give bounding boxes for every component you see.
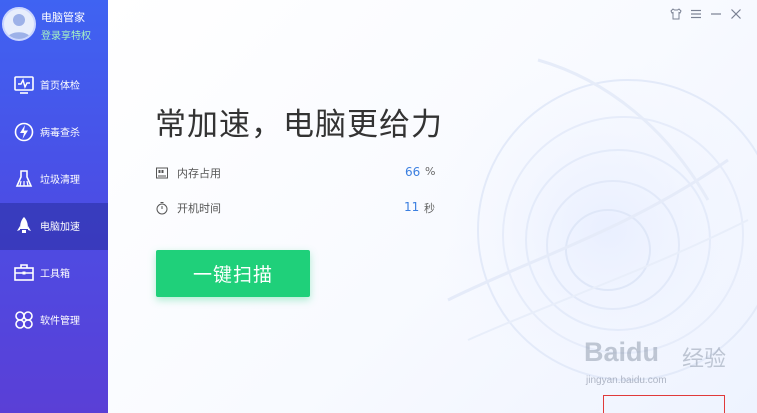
login-privilege-link[interactable]: 登录享特权 (41, 27, 91, 42)
page-headline: 常加速，电脑更给力 (155, 107, 443, 143)
one-click-scan-button[interactable]: 一键扫描 (156, 250, 310, 297)
menu-icon[interactable] (689, 6, 703, 20)
memory-usage-label: 内存占用 (177, 167, 221, 180)
app-name: 电脑管家 (41, 11, 85, 24)
minimize-icon[interactable] (709, 6, 723, 20)
sidebar-nav: 首页体检 病毒查杀 垃圾清理 电脑加速 工具箱 软件管理 (0, 62, 108, 344)
boot-time-label: 开机时间 (177, 202, 221, 215)
memory-usage-value: 66 (405, 165, 421, 179)
highlight-annotation-box (603, 395, 725, 413)
software-cube-icon (15, 311, 33, 329)
lightning-shield-icon (14, 122, 34, 142)
boot-time-row: 开机时间 11 秒 (155, 200, 455, 216)
baidu-jingyan-watermark: Baidu 经验 jingyan.baidu.com (584, 337, 754, 397)
sidebar-item-label: 垃圾清理 (40, 175, 80, 186)
sidebar-item-software[interactable]: 软件管理 (0, 297, 108, 344)
monitor-check-icon (14, 76, 34, 94)
window-controls (669, 6, 743, 22)
toolbox-icon (14, 264, 34, 281)
sidebar-item-label: 电脑加速 (40, 222, 80, 233)
broom-icon (15, 170, 33, 187)
sidebar: 电脑管家 登录享特权 首页体检 病毒查杀 垃圾清理 电脑加速 工具箱 软件管理 (0, 0, 108, 413)
sidebar-item-toolbox[interactable]: 工具箱 (0, 250, 108, 297)
profile-area: 电脑管家 登录享特权 (0, 0, 108, 58)
sidebar-item-label: 病毒查杀 (40, 128, 80, 139)
memory-usage-row: 内存占用 66 % (155, 165, 455, 181)
rocket-icon (17, 217, 31, 233)
user-avatar-icon (7, 14, 31, 39)
sidebar-item-label: 首页体检 (40, 81, 80, 92)
skin-icon[interactable] (669, 6, 683, 20)
memory-usage-unit: % (425, 165, 436, 178)
sidebar-item-label: 工具箱 (40, 269, 70, 280)
close-icon[interactable] (729, 6, 743, 20)
sidebar-item-virus-scan[interactable]: 病毒查杀 (0, 109, 108, 156)
sidebar-item-home-checkup[interactable]: 首页体检 (0, 62, 108, 109)
boot-time-value: 11 (404, 200, 420, 214)
sidebar-item-label: 软件管理 (40, 316, 80, 327)
watermark-cn: 经验 (682, 347, 727, 372)
main-panel: 常加速，电脑更给力 内存占用 66 % 开机时间 11 秒 一键扫描 Baidu… (108, 0, 757, 413)
sidebar-item-junk-clean[interactable]: 垃圾清理 (0, 156, 108, 203)
watermark-url: jingyan.baidu.com (586, 375, 667, 386)
sidebar-item-speedup[interactable]: 电脑加速 (0, 203, 108, 250)
watermark-logo: Baidu (584, 337, 660, 367)
pc-manager-window: 电脑管家 登录享特权 首页体检 病毒查杀 垃圾清理 电脑加速 工具箱 软件管理 … (0, 0, 757, 413)
avatar[interactable] (2, 7, 36, 41)
memory-chip-icon (156, 167, 168, 179)
stopwatch-icon (156, 202, 168, 215)
boot-time-unit: 秒 (424, 202, 435, 215)
